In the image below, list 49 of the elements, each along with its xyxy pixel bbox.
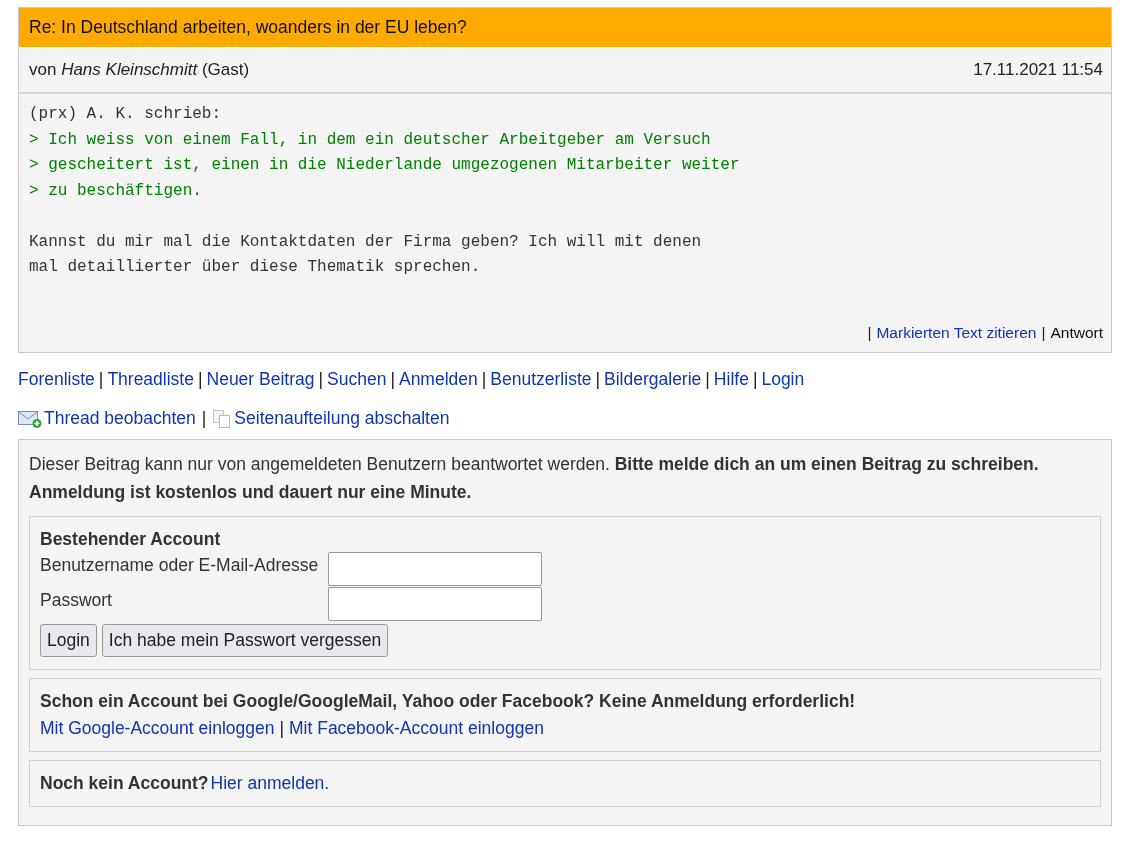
- separator: |: [201, 408, 207, 429]
- nav-link[interactable]: Threadliste: [107, 369, 194, 389]
- nav-link[interactable]: Benutzerliste: [490, 369, 592, 389]
- form-button[interactable]: Ich habe mein Passwort vergessen: [101, 624, 389, 657]
- separator: |: [98, 369, 104, 389]
- separator: |: [318, 369, 324, 389]
- quoted-line: > gescheitert ist, einen in die Niederlande umgezogenen Mitarbeiter weiter: [29, 155, 741, 176]
- separator: |: [867, 324, 872, 341]
- section-heading: Bestehender Account: [40, 529, 222, 550]
- author-line: von Hans Kleinschmitt (Gast): [29, 60, 250, 80]
- nav-link[interactable]: Bildergalerie: [604, 369, 702, 389]
- quoted-line: > zu beschäftigen.: [29, 180, 203, 202]
- pages-icon: [212, 408, 233, 429]
- reply-label: Antwort: [1050, 324, 1103, 341]
- message-line: mal detaillierter über diese Thematik sprechen.: [29, 257, 482, 278]
- social-login-link[interactable]: Mit Google-Account einloggen: [40, 718, 275, 738]
- nav-link[interactable]: Neuer Beitrag: [206, 369, 315, 389]
- signup-link[interactable]: Hier anmelden.: [210, 773, 330, 793]
- nav-link[interactable]: Suchen: [327, 369, 387, 389]
- separator: |: [279, 718, 284, 738]
- separator: |: [390, 369, 395, 389]
- post-date: 17.11.2021 11:54: [973, 60, 1103, 80]
- quote-attribution: (prx) A. K. schrieb:: [29, 104, 223, 125]
- field-label: Passwort: [40, 589, 113, 611]
- nav-link[interactable]: Hilfe: [713, 369, 749, 389]
- input-field[interactable]: [328, 587, 543, 621]
- separator: |: [481, 369, 487, 389]
- tool-link[interactable]: Thread beobachten: [44, 408, 196, 429]
- input-field[interactable]: [328, 552, 543, 586]
- nav-link[interactable]: Anmelden: [398, 369, 478, 389]
- field-label: Benutzername oder E-Mail-Adresse: [40, 554, 319, 576]
- quoted-line: > Ich weiss von einem Fall, in dem ein deutscher Arbeitgeber am Versuch: [29, 129, 712, 151]
- section-heading: Schon ein Account bei Google/GoogleMail, Yahoo oder Facebook? Keine Anmeldung erforderlich!: [40, 691, 857, 712]
- nav-link[interactable]: Login: [761, 369, 805, 389]
- tool-link[interactable]: Seitenaufteilung abschalten: [234, 408, 450, 429]
- form-button[interactable]: Login: [40, 624, 97, 657]
- separator: |: [705, 369, 710, 389]
- separator: |: [197, 369, 203, 389]
- signup-question: Noch kein Account?: [40, 773, 209, 793]
- separator: |: [595, 369, 601, 389]
- envelope-plus-icon: [18, 409, 42, 428]
- social-login-link[interactable]: Mit Facebook-Account einloggen: [289, 718, 544, 738]
- quote-link[interactable]: Markierten Text zitieren: [876, 324, 1037, 341]
- separator: |: [752, 369, 758, 389]
- nav-link[interactable]: Forenliste: [18, 369, 95, 389]
- post-title: Re: In Deutschland arbeiten, woanders in der EU leben?: [19, 8, 1111, 47]
- message-line: Kannst du mir mal die Kontaktdaten der Firma geben? Ich will mit denen: [29, 231, 703, 253]
- login-notice: Dieser Beitrag kann nur von angemeldeten Benutzern beantwortet werden. Bitte melde dich an um einen Beitrag zu schreiben. Anmeldung ist kostenlos und dauert nur eine Minute.: [29, 453, 1040, 504]
- separator: |: [1041, 324, 1046, 341]
